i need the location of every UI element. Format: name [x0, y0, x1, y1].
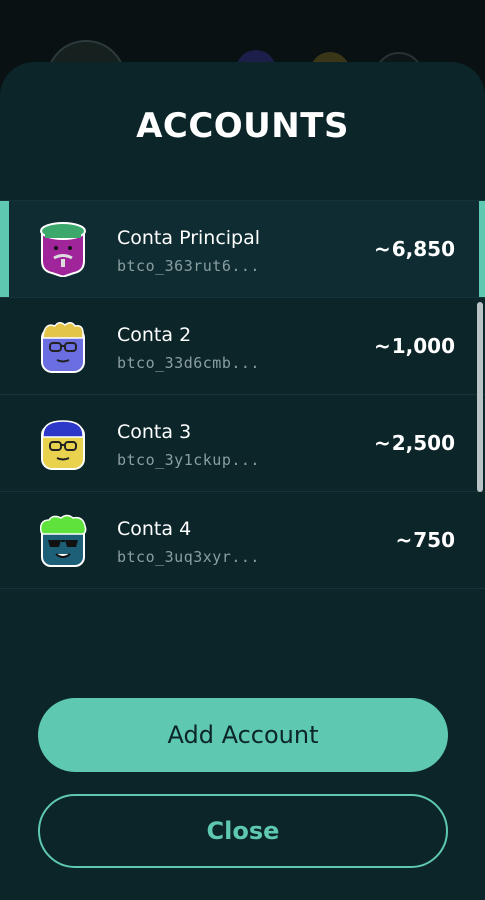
green-hair-sunglasses-icon: [39, 514, 87, 567]
accounts-list: Conta Principal btco_363rut6... ~6,850 C…: [0, 200, 485, 591]
account-name: Conta Principal: [117, 227, 261, 249]
farmer-purple-icon: [40, 222, 86, 277]
account-balance-value: 1,000: [391, 334, 455, 358]
selected-indicator: [479, 201, 485, 297]
selected-indicator: [0, 201, 9, 297]
account-row-conta-principal[interactable]: Conta Principal btco_363rut6... ~6,850: [0, 201, 485, 298]
blue-hair-yellow-icon: [41, 420, 85, 470]
account-address: btco_363rut6...: [117, 257, 260, 275]
accounts-sheet: ACCOUNTS Conta Principal btco_363rut6...…: [0, 62, 485, 900]
account-balance: ~2,500: [374, 431, 455, 455]
add-account-button[interactable]: Add Account: [38, 698, 448, 772]
account-balance-value: 2,500: [391, 431, 455, 455]
account-name: Conta 4: [117, 518, 192, 540]
sheet-title: ACCOUNTS: [136, 106, 349, 146]
blonde-glasses-icon: [41, 322, 85, 373]
account-balance-value: 750: [413, 528, 455, 552]
account-row-conta-2[interactable]: Conta 2 btco_33d6cmb... ~1,000: [0, 298, 485, 395]
account-address: btco_3uq3xyr...: [117, 548, 260, 566]
account-row-conta-4[interactable]: Conta 4 btco_3uq3xyr... ~750: [0, 492, 485, 589]
approx-icon: ~: [373, 334, 391, 358]
approx-icon: ~: [395, 528, 413, 552]
account-address: btco_33d6cmb...: [117, 354, 260, 372]
approx-icon: ~: [373, 431, 391, 455]
account-balance-value: 6,850: [391, 237, 455, 261]
account-balance: ~750: [395, 528, 455, 552]
approx-icon: ~: [373, 237, 391, 261]
account-name: Conta 3: [117, 421, 192, 443]
account-balance: ~1,000: [374, 334, 455, 358]
list-scrollbar[interactable]: [477, 302, 483, 492]
account-address: btco_3y1ckup...: [117, 451, 260, 469]
account-row-conta-3[interactable]: Conta 3 btco_3y1ckup... ~2,500: [0, 395, 485, 492]
account-name: Conta 2: [117, 324, 192, 346]
close-button[interactable]: Close: [38, 794, 448, 868]
account-balance: ~6,850: [374, 237, 455, 261]
